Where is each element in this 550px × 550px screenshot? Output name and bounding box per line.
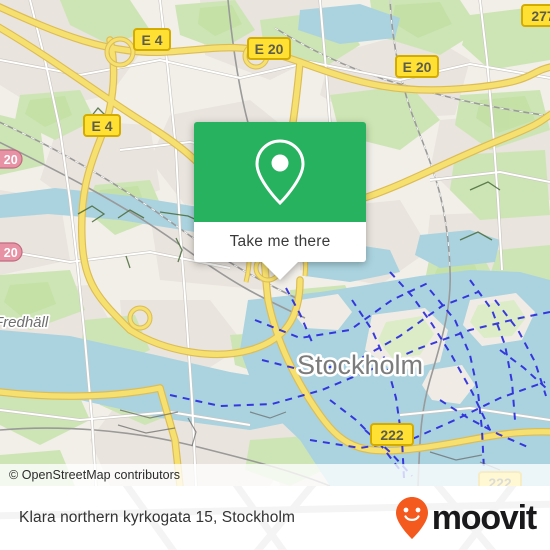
map-attribution-bar: © OpenStreetMap contributors [0, 464, 550, 486]
callout-action-label: Take me there [229, 233, 331, 250]
location-callout-card[interactable]: Take me there [194, 122, 366, 280]
moovit-brand[interactable]: moovit [395, 496, 537, 540]
road-shield-label: E 4 [91, 118, 112, 134]
callout-tail [262, 262, 298, 280]
road-shield-label: 277 [531, 8, 550, 24]
road-shield-e20-pink-2: E 20 [0, 242, 23, 262]
road-shield-label: E 20 [0, 153, 18, 167]
road-shield-222-1: 222 [370, 423, 414, 446]
moovit-map-screenshot: Stockholm Stockholm Fredhäll Fredhäll E … [0, 0, 550, 550]
attribution-text: © OpenStreetMap contributors [9, 468, 181, 482]
road-shield-e20-1: E 20 [247, 37, 291, 60]
place-label-fredhall: Fredhäll [0, 314, 49, 331]
road-shield-label: E 20 [255, 41, 284, 57]
moovit-wordmark: moovit [431, 499, 537, 537]
map-pin-icon [255, 139, 305, 206]
road-shield-label: E 20 [403, 59, 432, 75]
address-label: Klara northern kyrkogata 15, Stockholm [19, 509, 296, 526]
road-shield-e4-2: E 4 [83, 114, 121, 137]
road-shield-e20-pink-1: E 20 [0, 149, 23, 169]
road-shield-label: E 20 [0, 246, 18, 260]
road-shield-label: 222 [380, 427, 404, 443]
callout-action[interactable]: Take me there [194, 222, 366, 280]
road-shield-277: 277 [521, 4, 550, 27]
road-shield-label: E 4 [141, 32, 162, 48]
city-label: Stockholm [297, 350, 423, 380]
road-shield-e20-2: E 20 [395, 55, 439, 78]
callout-header [194, 122, 366, 222]
footer-bar: Klara northern kyrkogata 15, Stockholm m… [0, 486, 550, 550]
moovit-pin-smiley-icon [395, 497, 428, 539]
road-shield-e4-1: E 4 [133, 28, 171, 51]
